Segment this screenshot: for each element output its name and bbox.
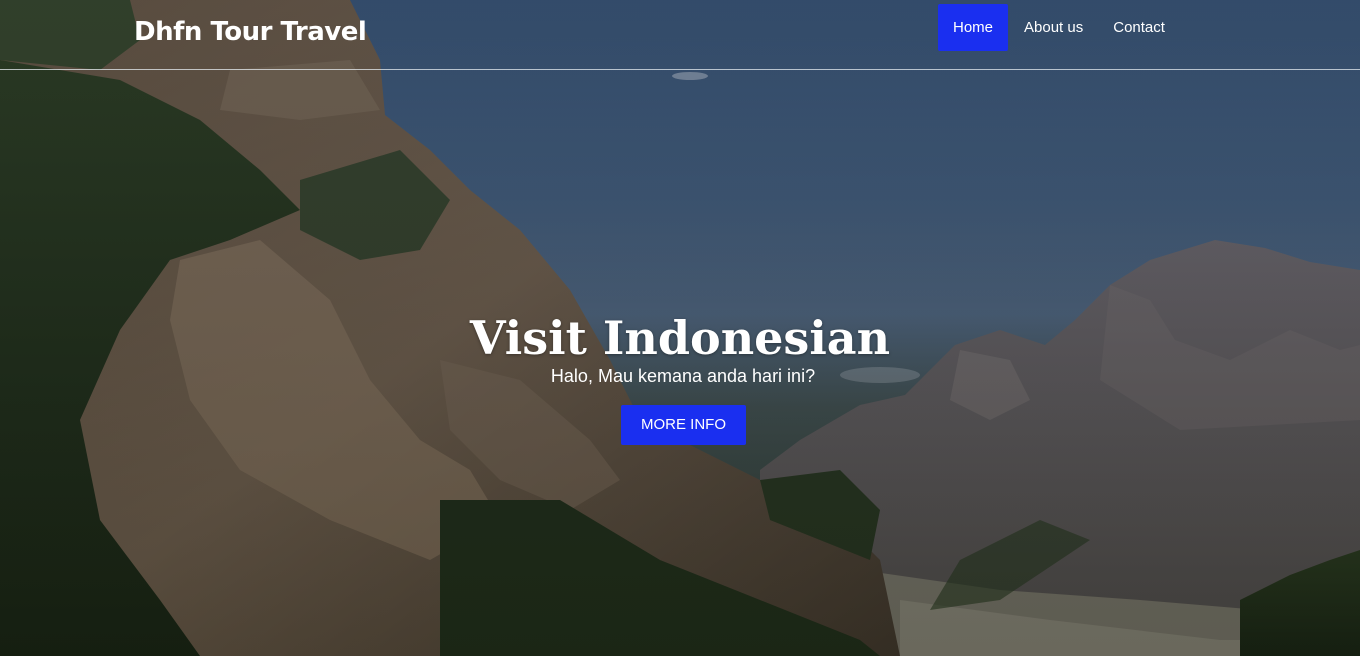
nav-menu: Home About us Contact xyxy=(938,4,1180,51)
nav-item-contact[interactable]: Contact xyxy=(1098,4,1180,51)
nav-item-home[interactable]: Home xyxy=(938,4,1009,51)
hero-title: Visit Indonesian xyxy=(469,311,891,365)
more-info-button[interactable]: MORE INFO xyxy=(621,405,746,445)
brand-logo[interactable]: Dhfn Tour Travel xyxy=(134,17,367,47)
top-navbar: Dhfn Tour Travel Home About us Contact xyxy=(0,0,1360,70)
nav-item-about[interactable]: About us xyxy=(1009,4,1098,51)
hero-section: Dhfn Tour Travel Home About us Contact V… xyxy=(0,0,1360,656)
hero-subtitle: Halo, Mau kemana anda hari ini? xyxy=(550,366,816,386)
